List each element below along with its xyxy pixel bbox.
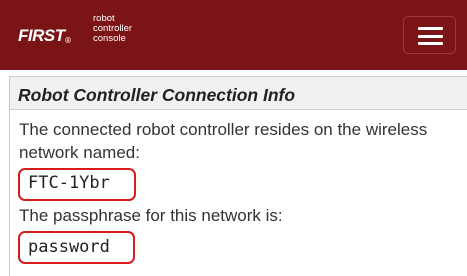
network-description-line-2: network named: [19, 143, 140, 162]
passphrase-description: The passphrase for this network is: [19, 206, 283, 225]
menu-button[interactable] [403, 16, 456, 54]
tagline-line-3: console [93, 33, 126, 44]
panel-title: Robot Controller Connection Info [18, 85, 296, 105]
first-logo: FIRST [18, 26, 65, 45]
network-description-line-1: The connected robot controller resides o… [19, 120, 428, 139]
panel-header: Robot Controller Connection Info [10, 76, 467, 110]
registered-mark: ® [64, 36, 72, 45]
connection-info-panel: Robot Controller Connection Info The con… [9, 76, 467, 276]
passphrase-highlight [18, 231, 135, 264]
app-header: FIRST ® robot controller console [0, 0, 467, 70]
network-name-highlight [18, 168, 136, 201]
app-tagline: robot controller console [93, 14, 132, 44]
